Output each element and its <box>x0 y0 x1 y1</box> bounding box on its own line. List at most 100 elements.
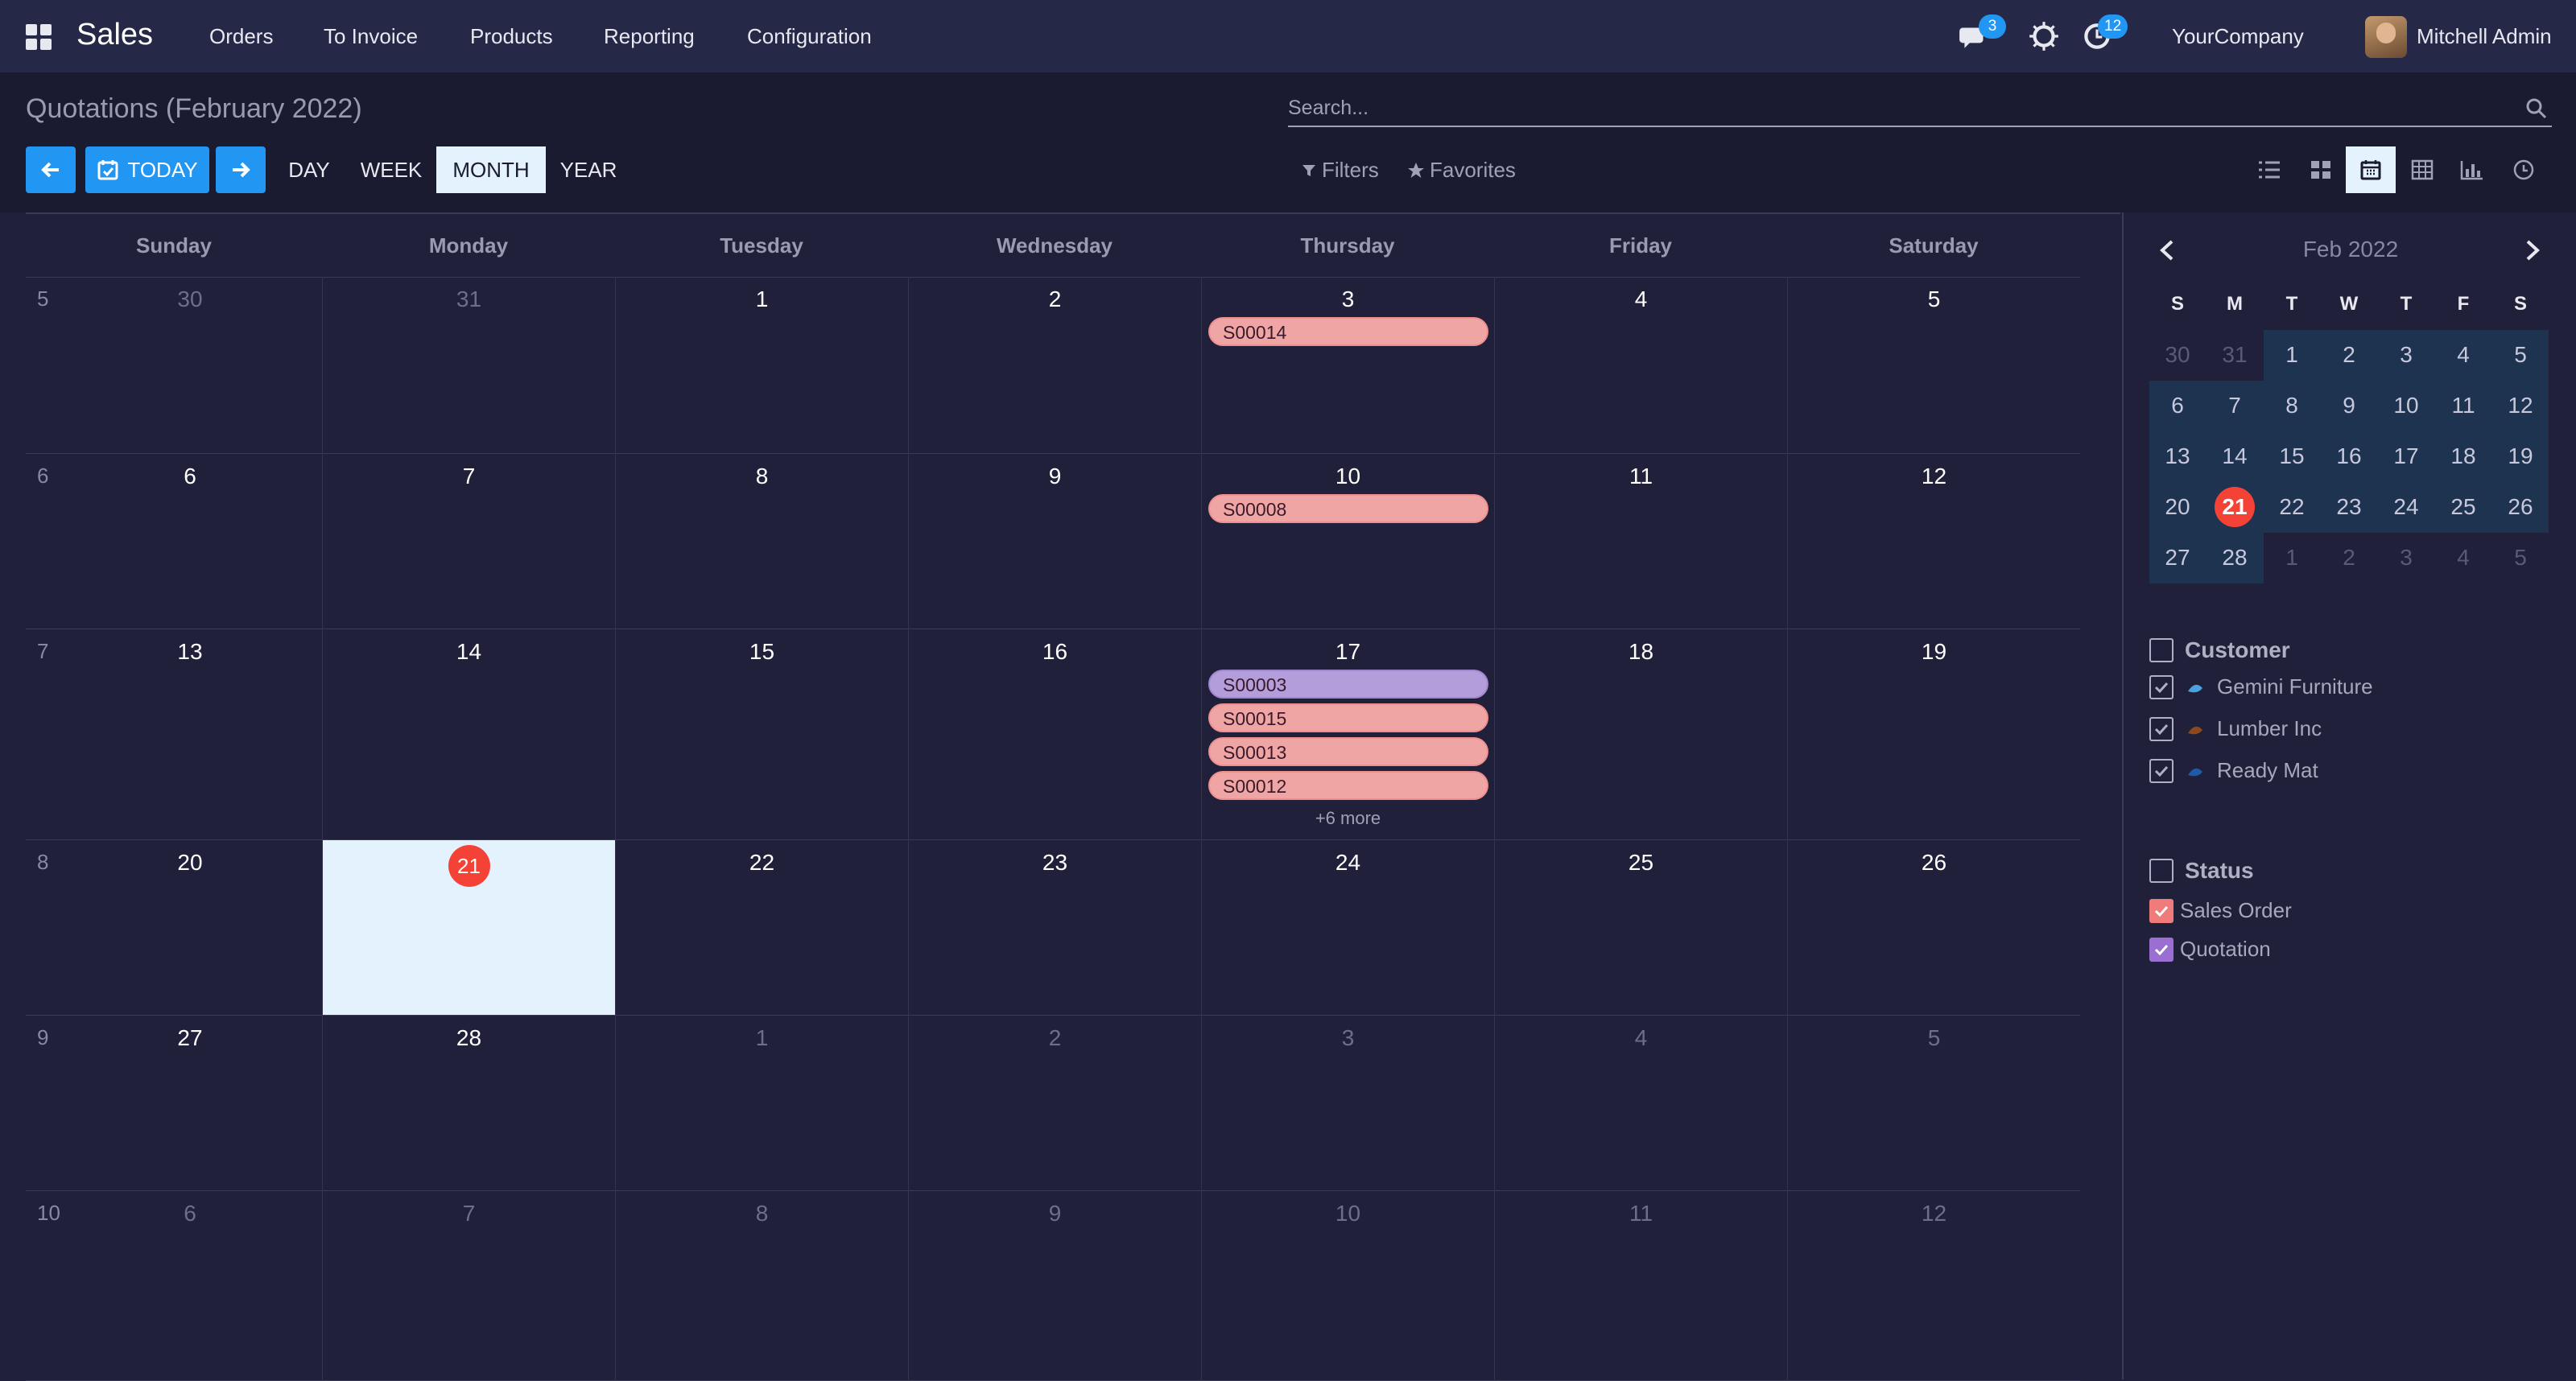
mini-calendar-day[interactable]: 24 <box>2378 482 2434 532</box>
status-checkbox[interactable] <box>2149 937 2174 962</box>
calendar-day-cell[interactable]: 24 <box>1201 840 1494 1016</box>
mini-calendar-day[interactable]: 7 <box>2207 381 2263 431</box>
mini-calendar-day[interactable]: 27 <box>2149 533 2206 583</box>
mini-calendar-day[interactable]: 6 <box>2149 381 2206 431</box>
calendar-day-cell[interactable]: 10 <box>1201 1191 1494 1381</box>
range-day-button[interactable]: DAY <box>279 146 340 193</box>
calendar-day-cell[interactable]: 15 <box>615 629 908 840</box>
calendar-day-cell[interactable]: 22 <box>615 840 908 1016</box>
calendar-day-cell[interactable]: 19 <box>1787 629 2080 840</box>
mini-calendar-day[interactable]: 12 <box>2492 381 2549 431</box>
mini-calendar-day[interactable]: 3 <box>2378 330 2434 380</box>
mini-calendar-day[interactable]: 5 <box>2492 533 2549 583</box>
status-select-all-checkbox[interactable] <box>2149 859 2174 883</box>
event-s00008[interactable]: S00008 <box>1208 494 1488 523</box>
calendar-day-cell[interactable]: 66 <box>26 454 322 629</box>
calendar-day-cell[interactable]: 1 <box>615 277 908 454</box>
calendar-day-cell[interactable]: 8 20 <box>26 840 322 1016</box>
customer-filter-item[interactable]: Lumber Inc <box>2149 716 2322 741</box>
mini-calendar-day[interactable]: 31 <box>2207 330 2263 380</box>
kanban-view-button[interactable] <box>2296 146 2346 193</box>
calendar-day-cell[interactable]: 8 <box>615 454 908 629</box>
today-button[interactable]: TODAY <box>85 146 209 193</box>
status-checkbox[interactable] <box>2149 898 2174 923</box>
calendar-view-button[interactable] <box>2346 146 2396 193</box>
calendar-day-cell[interactable]: 1 <box>615 1016 908 1191</box>
calendar-day-cell[interactable]: 10 S00008 <box>1201 454 1494 629</box>
event-s00013[interactable]: S00013 <box>1208 737 1488 766</box>
list-view-button[interactable] <box>2244 146 2294 193</box>
search-icon[interactable] <box>2524 97 2549 121</box>
menu-to-invoice[interactable]: To Invoice <box>324 24 418 49</box>
favorites-button[interactable]: Favorites <box>1407 158 1516 183</box>
calendar-day-cell[interactable]: 12 <box>1787 454 2080 629</box>
mini-calendar-day[interactable]: 17 <box>2378 431 2434 481</box>
customer-select-all-checkbox[interactable] <box>2149 638 2174 662</box>
event-s00012[interactable]: S00012 <box>1208 771 1488 800</box>
mini-calendar-day[interactable]: 30 <box>2149 330 2206 380</box>
calendar-day-cell[interactable]: 5 <box>1787 1016 2080 1191</box>
calendar-day-cell[interactable]: 7 13 <box>26 629 322 840</box>
calendar-day-cell[interactable]: 14 <box>322 629 615 840</box>
mini-calendar-day[interactable]: 19 <box>2492 431 2549 481</box>
next-button[interactable] <box>216 146 266 193</box>
calendar-day-cell[interactable]: 2 <box>908 1016 1201 1191</box>
mini-calendar-day[interactable]: 25 <box>2435 482 2491 532</box>
mini-calendar-next-icon[interactable] <box>2518 237 2545 264</box>
status-filter-item[interactable]: Quotation <box>2149 937 2271 962</box>
customer-filter-header[interactable]: Customer <box>2149 637 2290 663</box>
customer-filter-item[interactable]: Ready Mat <box>2149 758 2318 783</box>
calendar-day-cell[interactable]: 2 <box>908 277 1201 454</box>
calendar-day-cell[interactable]: 3 S00014 <box>1201 277 1494 454</box>
calendar-day-cell[interactable]: 10 6 <box>26 1191 322 1381</box>
calendar-day-cell[interactable]: 3 <box>1201 1016 1494 1191</box>
range-month-button[interactable]: MONTH <box>436 146 546 193</box>
graph-view-button[interactable] <box>2447 146 2497 193</box>
mini-calendar-day[interactable]: 5 <box>2492 330 2549 380</box>
company-switcher[interactable]: YourCompany <box>2172 24 2304 49</box>
customer-checkbox[interactable] <box>2149 716 2174 741</box>
calendar-day-cell[interactable]: 25 <box>1494 840 1787 1016</box>
status-filter-header[interactable]: Status <box>2149 858 2254 884</box>
calendar-day-cell[interactable]: 18 <box>1494 629 1787 840</box>
mini-calendar-day[interactable]: 18 <box>2435 431 2491 481</box>
mini-calendar-day[interactable]: 1 <box>2264 533 2320 583</box>
mini-calendar-day[interactable]: 20 <box>2149 482 2206 532</box>
mini-calendar-day[interactable]: 14 <box>2207 431 2263 481</box>
mini-calendar-day[interactable]: 23 <box>2321 482 2377 532</box>
calendar-day-cell[interactable]: 9 27 <box>26 1016 322 1191</box>
mini-calendar-day[interactable]: 1 <box>2264 330 2320 380</box>
mini-calendar-day[interactable]: 4 <box>2435 330 2491 380</box>
mini-calendar-day[interactable]: 26 <box>2492 482 2549 532</box>
previous-button[interactable] <box>26 146 76 193</box>
calendar-day-cell[interactable]: 26 <box>1787 840 2080 1016</box>
calendar-day-cell[interactable]: 11 <box>1494 454 1787 629</box>
customer-checkbox[interactable] <box>2149 674 2174 699</box>
pivot-view-button[interactable] <box>2397 146 2447 193</box>
range-year-button[interactable]: YEAR <box>551 146 626 193</box>
menu-orders[interactable]: Orders <box>209 24 273 49</box>
calendar-day-cell[interactable]: 7 <box>322 1191 615 1381</box>
calendar-day-cell[interactable]: 17 S00003 S00015 S00013 S00012 +6 more <box>1201 629 1494 840</box>
mini-calendar-day[interactable]: 10 <box>2378 381 2434 431</box>
calendar-day-cell[interactable]: 9 <box>908 1191 1201 1381</box>
mini-calendar-day[interactable]: 8 <box>2264 381 2320 431</box>
calendar-day-cell[interactable]: 9 <box>908 454 1201 629</box>
calendar-day-cell[interactable]: 11 <box>1494 1191 1787 1381</box>
mini-calendar-day[interactable]: 2 <box>2321 330 2377 380</box>
mini-calendar-day[interactable]: 15 <box>2264 431 2320 481</box>
debug-bug-icon[interactable] <box>2027 19 2061 53</box>
mini-calendar-day[interactable]: 11 <box>2435 381 2491 431</box>
menu-configuration[interactable]: Configuration <box>747 24 872 49</box>
mini-calendar-day[interactable]: 4 <box>2435 533 2491 583</box>
event-s00014[interactable]: S00014 <box>1208 317 1488 346</box>
apps-menu-icon[interactable] <box>26 24 52 50</box>
status-filter-item[interactable]: Sales Order <box>2149 898 2292 923</box>
calendar-day-cell[interactable]: 5 30 <box>26 277 322 454</box>
mini-calendar-day[interactable]: 3 <box>2378 533 2434 583</box>
calendar-day-cell[interactable]: 12 <box>1787 1191 2080 1381</box>
mini-calendar-day[interactable]: 28 <box>2207 533 2263 583</box>
mini-calendar-day[interactable]: 13 <box>2149 431 2206 481</box>
customer-filter-item[interactable]: Gemini Furniture <box>2149 674 2373 699</box>
calendar-day-cell[interactable]: 31 <box>322 277 615 454</box>
